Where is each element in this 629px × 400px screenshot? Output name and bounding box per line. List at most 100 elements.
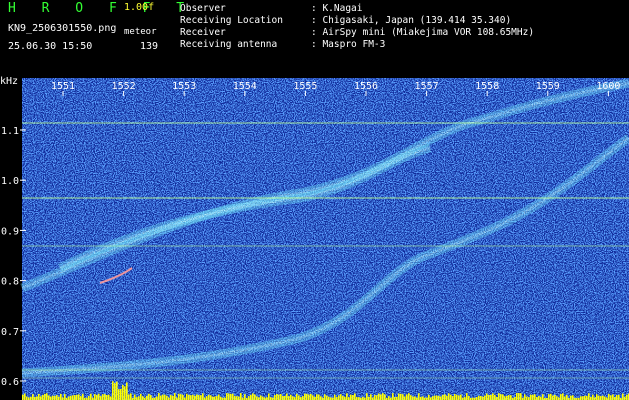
amplitude-bar: [164, 394, 166, 400]
amplitude-bar: [288, 396, 290, 400]
antenna-value: : Maspro FM-3: [311, 39, 386, 50]
amplitude-bar: [320, 396, 322, 400]
amplitude-bar: [234, 395, 236, 400]
receiver-value: : AirSpy mini (Miakejima VOR 108.65MHz): [311, 27, 535, 38]
amplitude-bar: [202, 393, 204, 400]
amplitude-bar: [276, 394, 278, 400]
amplitude-bar: [382, 393, 384, 400]
amplitude-bar: [74, 395, 76, 400]
file-name: KN9_2506301550.png: [8, 23, 117, 34]
amplitude-bar: [406, 394, 408, 400]
amplitude-bar: [196, 394, 198, 400]
mode-label: meteor: [124, 27, 157, 37]
noise-layer: [22, 78, 629, 400]
amplitude-bar: [418, 393, 420, 400]
time-tick-label: 1553: [172, 81, 196, 92]
amplitude-bar: [240, 393, 242, 400]
amplitude-bar: [608, 393, 610, 400]
amplitude-bar: [384, 394, 386, 400]
amplitude-bar: [612, 394, 614, 400]
amplitude-bar: [480, 396, 482, 400]
amplitude-bar: [280, 394, 282, 400]
amplitude-bar: [166, 395, 168, 400]
amplitude-bar: [586, 395, 588, 400]
amplitude-bar: [458, 395, 460, 400]
amplitude-bar: [44, 393, 46, 400]
amplitude-bar: [564, 396, 566, 400]
amplitude-bar: [600, 396, 602, 400]
amplitude-bar: [156, 396, 158, 400]
amplitude-bar: [206, 396, 208, 400]
amplitude-bar: [604, 396, 606, 400]
amplitude-bar: [438, 395, 440, 400]
amplitude-bar: [148, 393, 150, 400]
amplitude-bar: [454, 393, 456, 400]
app-version: 1.00f: [124, 2, 155, 13]
amplitude-bar: [452, 396, 454, 400]
freq-tick-label: 0.7: [1, 327, 19, 338]
amplitude-bar: [248, 396, 250, 400]
amplitude-bar: [518, 393, 520, 400]
amplitude-bar: [116, 381, 118, 400]
observer-label: Observer: [180, 3, 226, 14]
amplitude-bar: [24, 393, 26, 400]
freq-tick-label: 0.9: [1, 226, 19, 237]
amplitude-bar: [72, 395, 74, 400]
app-brand: H R O F F T: [8, 1, 194, 16]
amplitude-bar: [214, 396, 216, 400]
amplitude-bar: [526, 396, 528, 400]
time-tick-label: 1557: [415, 81, 439, 92]
freq-tick-label: 1.1: [1, 126, 19, 137]
amplitude-bar: [560, 394, 562, 400]
amplitude-bar: [122, 384, 124, 400]
amplitude-bar: [228, 393, 230, 400]
amplitude-bar: [554, 394, 556, 400]
amplitude-bar: [102, 394, 104, 400]
amplitude-bar: [218, 394, 220, 400]
amplitude-bar: [436, 395, 438, 400]
amplitude-bar: [96, 394, 98, 400]
amplitude-bar: [482, 396, 484, 400]
amplitude-bar: [598, 395, 600, 400]
echo-count: 139: [140, 41, 159, 52]
amplitude-bar: [172, 395, 174, 400]
amplitude-bar: [400, 393, 402, 400]
amplitude-bar: [100, 396, 102, 400]
amplitude-bar: [194, 395, 196, 400]
amplitude-bar: [94, 394, 96, 400]
amplitude-bar: [36, 396, 38, 400]
amplitude-bar: [190, 395, 192, 400]
amplitude-bar: [410, 395, 412, 400]
amplitude-bar: [290, 394, 292, 400]
amplitude-bar: [316, 394, 318, 400]
amplitude-bar: [488, 394, 490, 400]
amplitude-bar: [404, 396, 406, 400]
amplitude-bar: [244, 394, 246, 400]
amplitude-bar: [352, 395, 354, 400]
amplitude-bar: [366, 393, 368, 400]
amplitude-bar: [490, 394, 492, 400]
amplitude-bar: [64, 394, 66, 400]
amplitude-bar: [98, 393, 100, 400]
amplitude-bar: [520, 393, 522, 400]
amplitude-bar: [380, 394, 382, 400]
amplitude-bar: [428, 394, 430, 400]
amplitude-bar: [484, 395, 486, 400]
amplitude-bar: [338, 395, 340, 400]
location-label: Receiving Location: [180, 15, 283, 26]
amplitude-bar: [378, 393, 380, 400]
amplitude-bar: [516, 393, 518, 400]
amplitude-bar: [318, 394, 320, 400]
amplitude-bar: [446, 395, 448, 400]
amplitude-bar: [138, 396, 140, 400]
amplitude-bar: [506, 395, 508, 400]
amplitude-bar: [54, 395, 56, 400]
amplitude-bar: [308, 394, 310, 400]
amplitude-bar: [60, 393, 62, 400]
amplitude-bar: [610, 395, 612, 400]
amplitude-bar: [466, 393, 468, 400]
amplitude-bar: [494, 394, 496, 400]
amplitude-bar: [254, 394, 256, 400]
amplitude-bar: [626, 394, 628, 400]
amplitude-bar: [582, 396, 584, 400]
